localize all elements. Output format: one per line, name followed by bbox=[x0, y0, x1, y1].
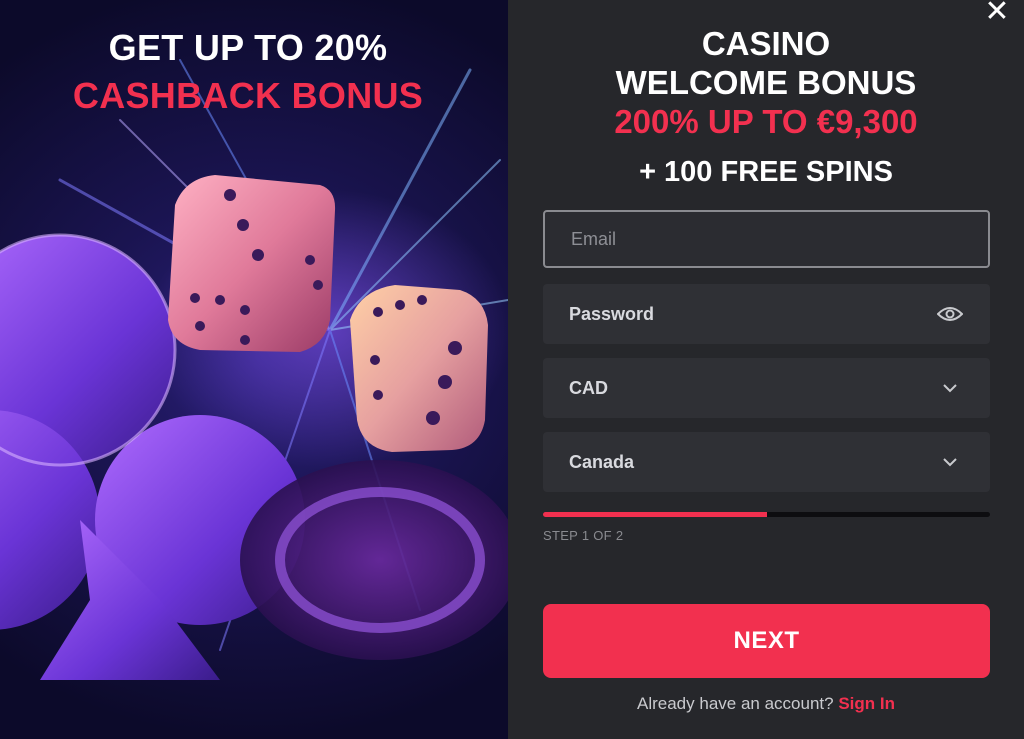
chevron-down-icon bbox=[936, 448, 964, 476]
signin-prompt: Already have an account? Sign In bbox=[508, 694, 1024, 714]
currency-value: CAD bbox=[569, 377, 608, 398]
chevron-down-icon bbox=[936, 374, 964, 402]
signup-panel: ✕ CASINO WELCOME BONUS 200% UP TO €9,300… bbox=[508, 0, 1024, 739]
email-input[interactable] bbox=[571, 228, 962, 250]
offer-amount: 200% UP TO €9,300 bbox=[614, 103, 918, 140]
next-button[interactable]: NEXT bbox=[543, 604, 990, 678]
promo-title-line2: CASHBACK BONUS bbox=[72, 75, 424, 116]
promo-panel: GET UP TO 20% CASHBACK BONUS bbox=[0, 0, 508, 739]
offer-line1: CASINO bbox=[701, 25, 831, 62]
password-placeholder: Password bbox=[569, 303, 655, 324]
step-indicator: STEP 1 OF 2 bbox=[543, 528, 624, 543]
country-select[interactable]: Canada bbox=[543, 432, 990, 492]
dice-icon bbox=[168, 175, 336, 352]
promo-title-line1: GET UP TO 20% bbox=[108, 27, 388, 68]
currency-select[interactable]: CAD bbox=[543, 358, 990, 418]
step-progress-bar bbox=[543, 512, 990, 517]
country-value: Canada bbox=[569, 451, 635, 472]
email-field[interactable] bbox=[543, 210, 990, 268]
password-field[interactable]: Password bbox=[543, 284, 990, 344]
close-icon[interactable]: ✕ bbox=[984, 0, 1010, 27]
signup-modal: GET UP TO 20% CASHBACK BONUS ✕ CASINO WE… bbox=[0, 0, 1024, 739]
signin-prompt-text: Already have an account? bbox=[637, 694, 834, 713]
offer-headline: CASINO WELCOME BONUS 200% UP TO €9,300 +… bbox=[508, 24, 1024, 190]
chip-icon bbox=[240, 460, 508, 660]
step-progress-fill bbox=[543, 512, 767, 517]
eye-icon[interactable] bbox=[936, 300, 964, 328]
offer-line2: WELCOME BONUS bbox=[615, 64, 917, 101]
offer-free-spins: + 100 FREE SPINS bbox=[639, 156, 893, 188]
sign-in-link[interactable]: Sign In bbox=[838, 694, 895, 713]
promo-title: GET UP TO 20% CASHBACK BONUS bbox=[0, 24, 496, 120]
dice-icon bbox=[350, 285, 488, 452]
